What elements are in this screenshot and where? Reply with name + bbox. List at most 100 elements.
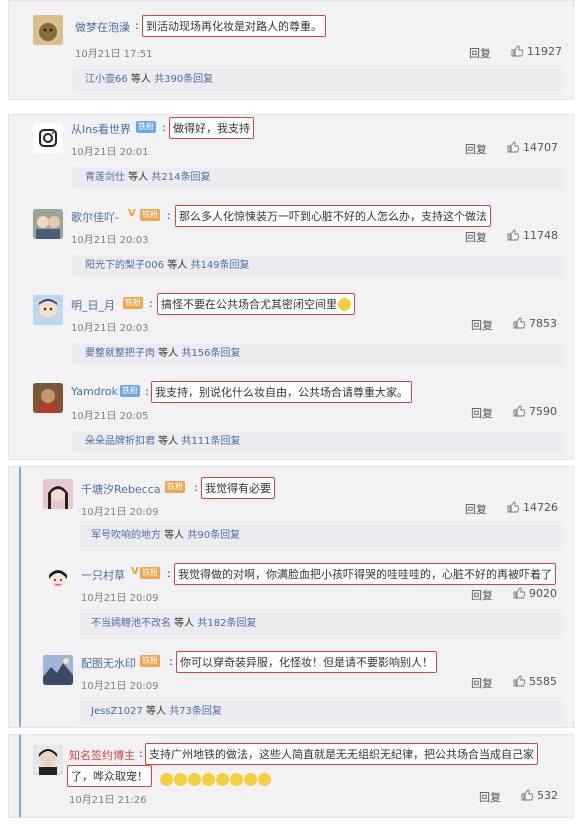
commenter-name[interactable]: 做梦在泡澡 [75, 19, 130, 35]
like-count: 7853 [529, 317, 557, 330]
sub-reply-count[interactable]: 共90条回复 [187, 530, 240, 541]
sub-reply-count[interactable]: 共149条回复 [190, 260, 249, 271]
sub-reply-user[interactable]: 要整就整把子肉 [85, 348, 155, 359]
avatar[interactable] [43, 565, 73, 595]
sub-replies[interactable]: 朵朵品牌折扣君 等人 共111条回复 [73, 431, 563, 453]
sub-reply-count[interactable]: 共73条回复 [169, 706, 222, 717]
comment-text-line2: 了，哗众取宠！ [67, 765, 152, 787]
avatar[interactable] [33, 295, 63, 325]
sub-reply-mid: 等人 [161, 530, 188, 541]
emoji-row [159, 768, 271, 787]
comment-text: 搞怪不要在公共场合尤其密闭空间里 [157, 293, 355, 315]
like-count: 14707 [523, 141, 558, 154]
like-button[interactable]: 7853 [513, 317, 557, 330]
sub-reply-count[interactable]: 共111条回复 [181, 436, 240, 447]
smile-emoji-icon [202, 773, 215, 786]
sub-reply-mid: 等人 [171, 618, 198, 629]
avatar[interactable] [33, 15, 63, 45]
colon: : [149, 297, 153, 310]
reply-button[interactable]: 回复 [465, 141, 487, 157]
sub-reply-user[interactable]: 不当嫣鲤池不改名 [91, 618, 171, 629]
sub-reply-count[interactable]: 共390条回复 [154, 74, 213, 85]
sub-replies[interactable]: 要整就整把子肉 等人 共156条回复 [73, 343, 563, 365]
smile-emoji-icon [258, 773, 271, 786]
thumbs-up-icon [513, 317, 525, 329]
comment-time: 10月21日 20:09 [81, 593, 159, 604]
reply-button[interactable]: 回复 [469, 45, 491, 61]
sub-replies[interactable]: 不当嫣鲤池不改名 等人 共182条回复 [79, 613, 563, 635]
sub-reply-user[interactable]: JessZ1027 [91, 706, 143, 717]
avatar[interactable] [43, 479, 73, 509]
commenter-name[interactable]: 知名签约博主 [69, 747, 135, 763]
reply-button[interactable]: 回复 [479, 789, 501, 805]
thread-indicator [19, 735, 21, 817]
like-button[interactable]: 7590 [513, 405, 557, 418]
thumbs-up-icon [507, 141, 519, 153]
sub-reply-user[interactable]: 青莲剑仕 [85, 172, 125, 183]
like-button[interactable]: 11748 [507, 229, 558, 242]
fan-badge: 铁粉 [140, 655, 160, 667]
comment-time: 10月21日 17:51 [75, 49, 153, 60]
reply-button[interactable]: 回复 [465, 229, 487, 245]
grin-emoji-icon [338, 298, 351, 311]
avatar[interactable] [33, 383, 63, 413]
avatar[interactable] [33, 745, 63, 775]
sub-replies[interactable]: JessZ1027 等人 共73条回复 [79, 701, 563, 723]
like-button[interactable]: 9020 [513, 587, 557, 600]
commenter-name[interactable]: 千塘汐Rebecca [81, 481, 161, 497]
commenter-name[interactable]: Yamdrok [71, 385, 118, 398]
sub-reply-mid: 等人 [142, 706, 170, 717]
colon: : [162, 121, 166, 134]
sub-replies[interactable]: 青莲剑仕 等人 共214条回复 [73, 167, 563, 189]
sub-reply-user[interactable]: 朵朵品牌折扣君 [85, 436, 155, 447]
commenter-name[interactable]: 明_日_月 [71, 297, 115, 313]
comment-text: 你可以穿奇装异服，化怪妆！但是请不要影响别人！ [176, 651, 437, 673]
colon: : [145, 385, 149, 398]
like-button[interactable]: 14726 [507, 501, 558, 514]
reply-button[interactable]: 回复 [471, 405, 493, 421]
sub-reply-user[interactable]: 阳光下的梨子006 [85, 260, 164, 271]
sub-replies[interactable]: 军号吹响的地方 等人 共90条回复 [79, 525, 563, 547]
thumbs-up-icon [507, 501, 519, 513]
avatar[interactable] [33, 209, 63, 239]
avatar[interactable] [33, 123, 63, 153]
like-button[interactable]: 14707 [507, 141, 558, 154]
smile-emoji-icon [216, 773, 229, 786]
like-button[interactable]: 11927 [511, 45, 562, 58]
sub-reply-mid: 等人 [127, 74, 155, 85]
comment-text-line1: 支持广州地铁的做法，这些人简直就是无无组织无纪律，把公共场合当成自己家 [145, 743, 538, 765]
sub-reply-user[interactable]: 江小壶66 [85, 74, 128, 85]
sub-reply-count[interactable]: 共156条回复 [181, 348, 240, 359]
sub-replies[interactable]: 阳光下的梨子006 等人 共149条回复 [73, 255, 563, 277]
sub-reply-mid: 等人 [125, 172, 152, 183]
fan-badge: 铁粉 [120, 385, 140, 397]
thumbs-up-icon [513, 675, 525, 687]
avatar[interactable] [43, 655, 73, 685]
sub-reply-count[interactable]: 共182条回复 [197, 618, 256, 629]
comment-card: 做梦在泡澡 : 到活动现场再化妆是对路人的尊重。 10月21日 17:51 回复… [8, 0, 574, 100]
commenter-name[interactable]: 配图无水印 [81, 655, 136, 671]
like-button[interactable]: 5585 [513, 675, 557, 688]
thumbs-up-icon [513, 587, 525, 599]
sub-reply-count[interactable]: 共214条回复 [151, 172, 210, 183]
reply-button[interactable]: 回复 [471, 587, 493, 603]
commenter-name[interactable]: 一只村草 [81, 567, 125, 583]
sub-reply-mid: 等人 [155, 436, 182, 447]
sub-reply-user[interactable]: 军号吹响的地方 [91, 530, 161, 541]
commenter-name[interactable]: 歌尔佳吖- [71, 209, 119, 225]
fan-badge: 铁粉 [123, 297, 143, 309]
sub-replies[interactable]: 江小壶66 等人 共390条回复 [73, 69, 563, 91]
comment-text: 我支持，别说化什么妆自由，公共场合请尊重大家。 [151, 381, 412, 403]
verified-v-icon: V [128, 208, 136, 219]
reply-button[interactable]: 回复 [465, 501, 487, 517]
comment-time: 10月21日 20:09 [81, 507, 159, 518]
like-button[interactable]: 532 [521, 789, 558, 802]
reply-button[interactable]: 回复 [471, 317, 493, 333]
colon: : [135, 19, 139, 32]
reply-button[interactable]: 回复 [471, 675, 493, 691]
commenter-name[interactable]: 从Ins看世界 [71, 121, 131, 137]
fan-badge: 铁粉 [136, 121, 156, 133]
comment-card: 千塘汐Rebecca 铁粉 : 我觉得有必要 10月21日 20:09 回复 1… [8, 466, 574, 728]
comment-text: 到活动现场再化妆是对路人的尊重。 [142, 15, 326, 37]
comment-text: 那么多人化惊悚装万一吓到心脏不好的人怎么办，支持这个做法 [175, 205, 491, 227]
